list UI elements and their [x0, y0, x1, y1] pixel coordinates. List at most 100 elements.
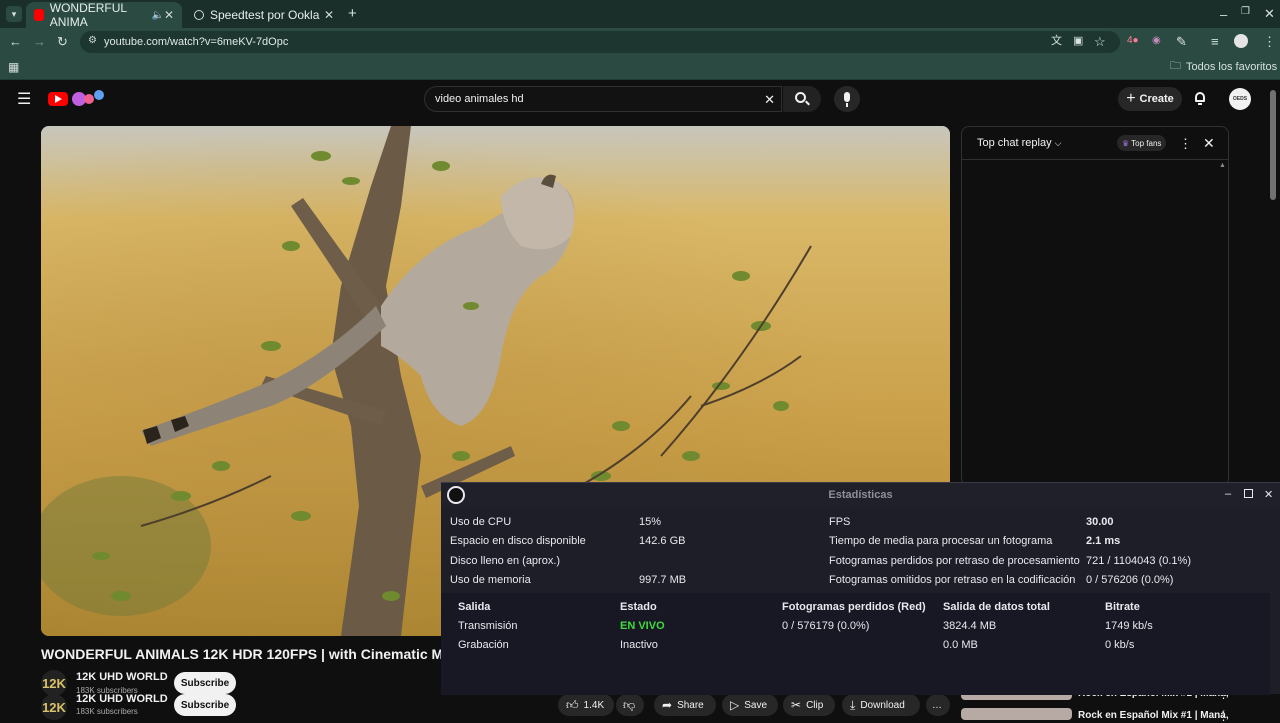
translate-icon[interactable]: 文	[1051, 36, 1062, 47]
recording-total-data: 0.0 MB	[943, 639, 978, 651]
create-button[interactable]: + Create	[1118, 87, 1182, 111]
tab-speedtest-title: Speedtest por Ookla - La	[210, 8, 322, 22]
like-button[interactable]: 👍︎ 1.4K	[558, 694, 614, 716]
extension-4-icon[interactable]: 4●	[1127, 36, 1139, 46]
site-info-icon[interactable]: ⚙	[88, 35, 97, 46]
cpu-usage-label: Uso de CPU	[450, 516, 512, 528]
all-bookmarks-link[interactable]: Todos los favoritos	[1186, 62, 1277, 73]
address-bar[interactable]: ⚙ youtube.com/watch?v=6meKV-7dOpc	[80, 31, 1120, 53]
dislike-button[interactable]: 👎︎	[616, 694, 644, 716]
chat-mode-label: Top chat replay	[977, 137, 1052, 149]
extensions-puzzle-icon[interactable]: ✎	[1176, 35, 1187, 48]
search-input[interactable]: video animales hd ✕	[424, 86, 782, 112]
new-tab-button[interactable]: +	[348, 6, 357, 21]
folder-icon: 🗀	[1170, 60, 1181, 72]
avatar-text: OEDS	[1232, 96, 1248, 102]
recording-status: Inactivo	[620, 639, 658, 651]
chevron-down-icon: ⌵	[1054, 138, 1062, 148]
chat-scroll-up-icon[interactable]: ▲	[1219, 162, 1226, 169]
related-video-title[interactable]: Rock en Español Mix #1 | Maná,	[1078, 710, 1229, 721]
back-arrow-icon[interactable]: ←	[9, 35, 22, 48]
tab-youtube[interactable]: WONDERFUL ANIMA 🔈 ✕	[26, 1, 182, 29]
close-tab-icon[interactable]: ✕	[324, 8, 334, 22]
output-header-bitrate: Bitrate	[1105, 601, 1140, 613]
recording-output-name: Grabación	[458, 639, 509, 651]
audio-speaker-icon[interactable]: 🔈	[151, 10, 163, 21]
bookmark-star-icon[interactable]: ☆	[1094, 35, 1106, 48]
restore-window-icon[interactable]: ❐	[1241, 7, 1250, 17]
play-triangle-icon	[55, 95, 62, 103]
voice-search-button[interactable]	[834, 86, 860, 112]
forward-arrow-icon[interactable]: →	[33, 35, 46, 48]
video-title: WONDERFUL ANIMALS 12K HDR 120FPS | with …	[41, 646, 441, 662]
top-fans-label: Top fans	[1131, 138, 1162, 148]
render-lag-label: Fotogramas perdidos por retraso de proce…	[829, 555, 1080, 567]
chat-mode-dropdown[interactable]: Top chat replay ⌵	[977, 137, 1062, 149]
live-chat-panel: Top chat replay ⌵ ♛ Top fans ⋮ ✕ ▲	[961, 126, 1229, 486]
obs-close-icon[interactable]: ✕	[1264, 488, 1273, 501]
obs-maximize-icon[interactable]	[1244, 489, 1253, 498]
stream-status-live: EN VIVO	[620, 620, 665, 632]
notifications-bell-icon[interactable]	[1193, 91, 1207, 105]
channel-name[interactable]: 12K UHD WORLD	[76, 693, 168, 705]
subscribe-button[interactable]: Subscribe	[174, 672, 236, 694]
channel-name[interactable]: 12K UHD WORLD	[76, 671, 168, 683]
related-more-icon[interactable]: ⋮	[1218, 710, 1229, 723]
bookmarks-bar: ▦ 🗀 Todos los favoritos	[0, 56, 1280, 80]
chat-menu-icon[interactable]: ⋮	[1179, 136, 1192, 152]
fps-value: 30.00	[1086, 516, 1114, 528]
profile-avatar-icon[interactable]	[1234, 34, 1248, 48]
more-dots-icon: …	[932, 699, 942, 711]
install-app-icon[interactable]: ▣	[1073, 36, 1083, 47]
share-label: Share	[677, 699, 704, 711]
outputs-table: Salida Estado Fotogramas perdidos (Red) …	[441, 593, 1270, 695]
save-label: Save	[744, 699, 768, 711]
close-window-icon[interactable]: ✕	[1264, 7, 1275, 20]
browser-menu-icon[interactable]: ⋮	[1263, 35, 1276, 48]
search-query-text: video animales hd	[435, 93, 524, 105]
media-queue-icon[interactable]: ≡	[1211, 35, 1219, 48]
extension-record-icon[interactable]: ◉	[1152, 36, 1161, 46]
browser-toolbar: ← → ↻ ⚙ youtube.com/watch?v=6meKV-7dOpc …	[0, 28, 1280, 56]
apps-grid-icon[interactable]: ▦	[8, 61, 19, 73]
tab-list-chevron-icon[interactable]: ▾	[6, 6, 22, 22]
account-avatar[interactable]: OEDS	[1229, 88, 1251, 110]
browser-tab-bar: ▾ WONDERFUL ANIMA 🔈 ✕ Speedtest por Ookl…	[0, 0, 1280, 29]
top-fans-badge[interactable]: ♛ Top fans	[1117, 135, 1167, 151]
save-button[interactable]: ▷ Save	[722, 694, 778, 716]
share-arrow-icon: ➦	[662, 698, 673, 712]
channel-logo[interactable]: 12K	[41, 694, 67, 720]
page-scrollbar[interactable]	[1270, 90, 1276, 200]
more-actions-button[interactable]: …	[926, 694, 950, 716]
chat-close-icon[interactable]: ✕	[1203, 135, 1215, 152]
stream-bitrate: 1749 kb/s	[1105, 620, 1153, 632]
subscribe-button[interactable]: Subscribe	[174, 694, 236, 716]
clip-button[interactable]: ✂ Clip	[783, 694, 835, 716]
download-icon: ⤓	[850, 697, 856, 712]
channel-logo[interactable]: 12K	[41, 670, 67, 696]
tab-speedtest[interactable]: Speedtest por Ookla - La ✕	[186, 2, 342, 28]
hamburger-menu-icon[interactable]: ☰	[17, 92, 31, 108]
obs-minimize-icon[interactable]: –	[1225, 488, 1231, 500]
close-tab-icon[interactable]: ✕	[164, 8, 174, 22]
minimize-window-icon[interactable]: –	[1220, 8, 1227, 21]
render-lag-value: 721 / 1104043 (0.1%)	[1086, 555, 1191, 567]
youtube-logo[interactable]	[48, 92, 68, 106]
related-video-thumbnail[interactable]	[961, 708, 1072, 720]
share-button[interactable]: ➦ Share	[654, 694, 716, 716]
channel-logo-text: 12K	[42, 675, 66, 691]
output-header-total: Salida de datos total	[943, 601, 1050, 613]
stream-output-name: Transmisión	[458, 620, 518, 632]
download-button[interactable]: ⤓ Download	[842, 694, 920, 716]
fps-label: FPS	[829, 516, 851, 528]
search-button[interactable]	[783, 86, 821, 112]
clear-search-icon[interactable]: ✕	[764, 92, 775, 108]
doodle-icon[interactable]	[72, 90, 106, 108]
reload-icon[interactable]: ↻	[57, 35, 68, 48]
plus-icon: +	[1126, 90, 1136, 107]
create-label: Create	[1139, 93, 1174, 105]
download-label: Download	[860, 699, 905, 711]
encoding-lag-label: Fotogramas omitidos por retraso en la co…	[829, 574, 1076, 586]
url-text: youtube.com/watch?v=6meKV-7dOpc	[104, 36, 289, 48]
output-header-dropped: Fotogramas perdidos (Red)	[782, 601, 926, 613]
